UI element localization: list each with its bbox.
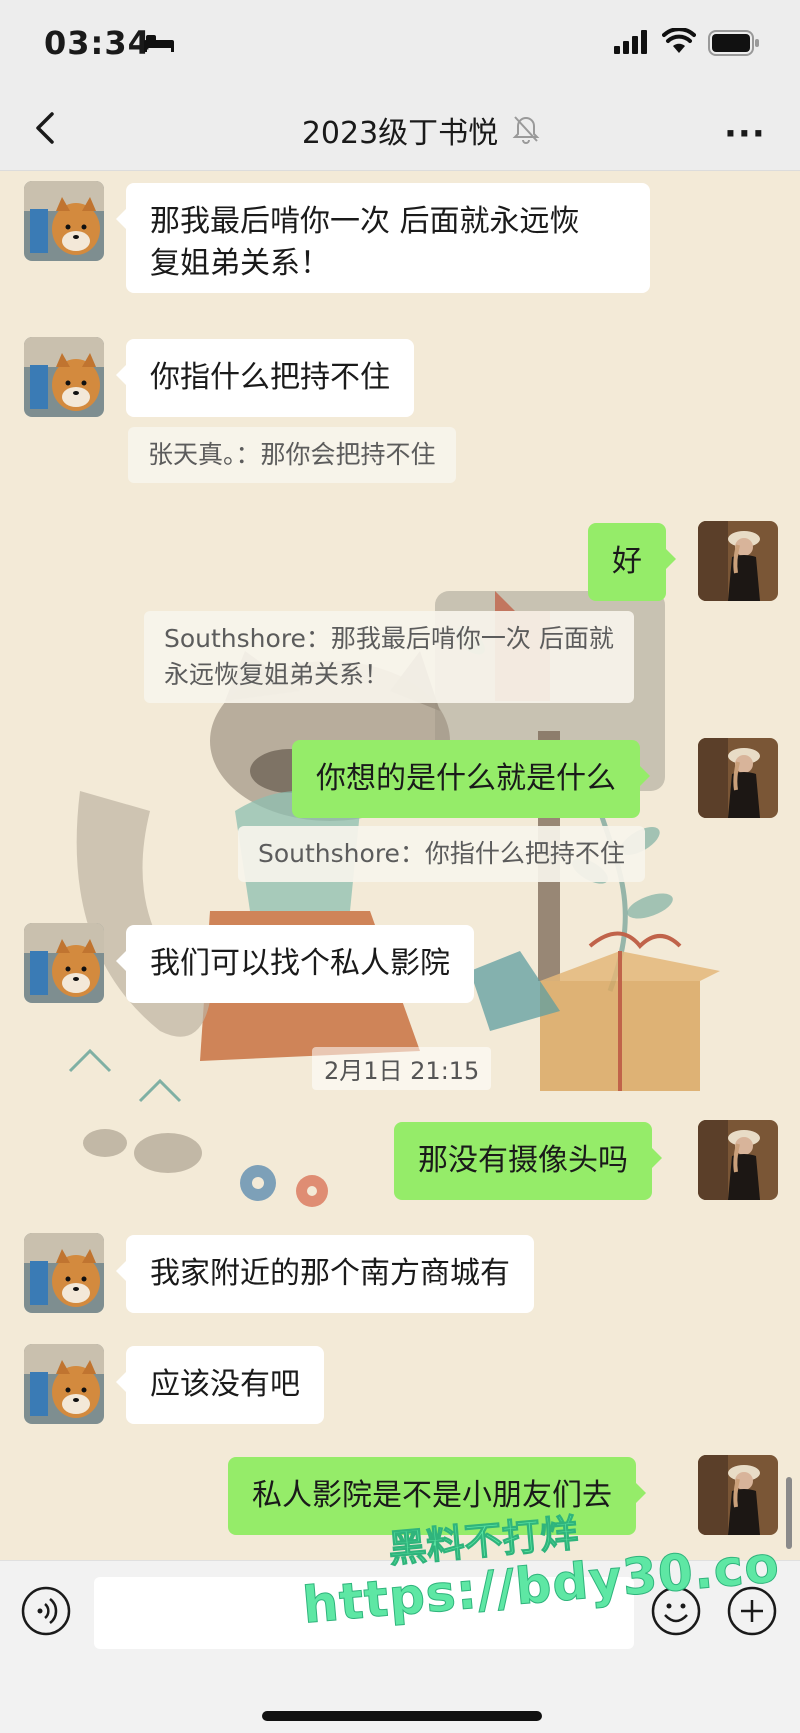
incoming-message-bubble[interactable]: 那我最后啃你一次 后面就永远恢 复姐弟关系！ xyxy=(116,183,650,293)
message-text: 好 xyxy=(612,544,642,579)
message-text: 应该没有吧 xyxy=(150,1367,300,1402)
shiba-dog-avatar-image xyxy=(24,1344,104,1424)
chat-title: 2023级丁书悦 xyxy=(301,116,499,151)
woman-portrait-avatar-image xyxy=(698,738,778,818)
battery-icon xyxy=(708,30,759,56)
incoming-message-bubble[interactable]: 我们可以找个私人影院 xyxy=(116,925,474,1003)
cellular-signal-icon xyxy=(614,30,647,54)
message-text-line: 那我最后啃你一次 后面就永远恢 xyxy=(150,204,580,239)
shiba-dog-avatar-image xyxy=(24,923,104,1003)
woman-portrait-avatar-image xyxy=(698,1120,778,1200)
contact-avatar[interactable] xyxy=(24,1344,104,1424)
outgoing-message-bubble[interactable]: 那没有摄像头吗 xyxy=(394,1122,662,1200)
my-avatar[interactable] xyxy=(698,1120,778,1200)
quoted-text: Southshore：你指什么把持不住 xyxy=(258,839,625,868)
mute-notifications-icon xyxy=(512,116,540,144)
shiba-dog-avatar-image xyxy=(24,1233,104,1313)
quoted-message[interactable]: Southshore：那我最后啃你一次 后面就 永远恢复姐弟关系！ xyxy=(144,611,634,703)
status-bar: 03:34 xyxy=(0,0,800,88)
voice-icon[interactable] xyxy=(20,1585,72,1637)
contact-avatar[interactable] xyxy=(24,337,104,417)
contact-avatar[interactable] xyxy=(24,1233,104,1313)
scrollbar-thumb[interactable] xyxy=(786,1477,792,1549)
shiba-dog-avatar-image xyxy=(24,181,104,261)
chat-message-list[interactable]: 那我最后啃你一次 后面就永远恢 复姐弟关系！ 你指什么把持不住 张天真。：那你会… xyxy=(0,171,800,1560)
message-text: 我家附近的那个南方商城有 xyxy=(150,1256,510,1291)
message-text: 你指什么把持不住 xyxy=(150,360,390,395)
quoted-message[interactable]: Southshore：你指什么把持不住 xyxy=(238,826,645,882)
timestamp-separator: 2月1日 21:15 xyxy=(312,1047,492,1090)
more-icon[interactable]: ··· xyxy=(724,114,766,154)
outgoing-message-bubble[interactable]: 你想的是什么就是什么 xyxy=(292,740,650,818)
quoted-text: 张天真。：那你会把持不住 xyxy=(148,440,436,469)
incoming-message-bubble[interactable]: 你指什么把持不住 xyxy=(116,339,414,417)
status-time: 03:34 xyxy=(44,24,151,62)
message-text-line: 复姐弟关系！ xyxy=(150,246,330,281)
incoming-message-bubble[interactable]: 我家附近的那个南方商城有 xyxy=(116,1235,534,1313)
my-avatar[interactable] xyxy=(698,738,778,818)
my-avatar[interactable] xyxy=(698,521,778,601)
woman-portrait-avatar-image xyxy=(698,521,778,601)
message-text: 那没有摄像头吗 xyxy=(418,1143,628,1178)
outgoing-message-bubble[interactable]: 好 xyxy=(588,523,676,601)
contact-avatar[interactable] xyxy=(24,181,104,261)
sleep-focus-icon xyxy=(144,35,174,52)
quoted-text-line: Southshore：那我最后啃你一次 后面就 xyxy=(164,624,614,653)
wifi-icon xyxy=(662,28,696,53)
chat-header: 2023级丁书悦 ··· xyxy=(0,88,800,171)
shiba-dog-avatar-image xyxy=(24,337,104,417)
home-indicator[interactable] xyxy=(262,1711,542,1721)
contact-avatar[interactable] xyxy=(24,923,104,1003)
watermark: 黑料不打烊 https://bdy30.co xyxy=(280,1510,782,1640)
message-text: 我们可以找个私人影院 xyxy=(150,946,450,981)
quoted-message[interactable]: 张天真。：那你会把持不住 xyxy=(128,427,456,483)
incoming-message-bubble[interactable]: 应该没有吧 xyxy=(116,1346,324,1424)
quoted-text-line: 永远恢复姐弟关系！ xyxy=(164,660,390,689)
message-text: 你想的是什么就是什么 xyxy=(316,761,616,796)
